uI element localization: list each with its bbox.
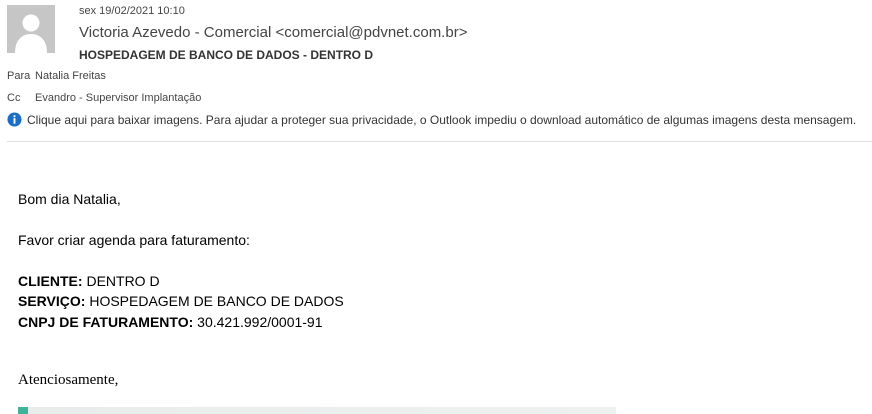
info-icon <box>7 112 22 127</box>
cc-label: Cc <box>7 92 21 104</box>
cnpj-line: CNPJ DE FATURAMENTO: 30.421.992/0001-91 <box>18 314 323 330</box>
cnpj-value: 30.421.992/0001-91 <box>193 314 323 330</box>
client-value: DENTRO D <box>82 273 160 289</box>
to-recipient[interactable]: Natalia Freitas <box>35 70 106 82</box>
email-sender[interactable]: Victoria Azevedo - Comercial <comercial@… <box>79 24 467 41</box>
cc-recipient[interactable]: Evandro - Supervisor Implantação <box>35 92 201 104</box>
download-images-message[interactable]: Clique aqui para baixar imagens. Para aj… <box>27 113 856 127</box>
email-date: sex 19/02/2021 10:10 <box>79 5 185 17</box>
email-header: sex 19/02/2021 10:10 Victoria Azevedo - … <box>0 0 872 142</box>
request-text: Favor criar agenda para faturamento: <box>18 232 250 248</box>
cnpj-label: CNPJ DE FATURAMENTO: <box>18 314 194 330</box>
to-row: Para Natalia Freitas <box>7 70 106 82</box>
download-images-bar[interactable]: Clique aqui para baixar imagens. Para aj… <box>7 112 856 127</box>
cc-row: Cc Evandro - Supervisor Implantação <box>7 92 201 104</box>
person-icon <box>7 5 55 53</box>
to-label: Para <box>7 70 31 82</box>
client-label: CLIENTE: <box>18 273 83 289</box>
greeting-text: Bom dia Natalia, <box>18 191 121 207</box>
email-subject: HOSPEDAGEM DE BANCO DE DADOS - DENTRO D <box>79 48 374 62</box>
service-value: HOSPEDAGEM DE BANCO DE DADOS <box>85 293 344 309</box>
service-line: SERVIÇO: HOSPEDAGEM DE BANCO DE DADOS <box>18 293 344 309</box>
sender-avatar[interactable] <box>7 5 55 53</box>
service-label: SERVIÇO: <box>18 293 86 309</box>
closing-text: Atenciosamente, <box>18 372 119 388</box>
signature-accent <box>18 407 28 414</box>
client-line: CLIENTE: DENTRO D <box>18 273 160 289</box>
header-divider <box>7 141 872 142</box>
signature-image <box>18 407 616 414</box>
